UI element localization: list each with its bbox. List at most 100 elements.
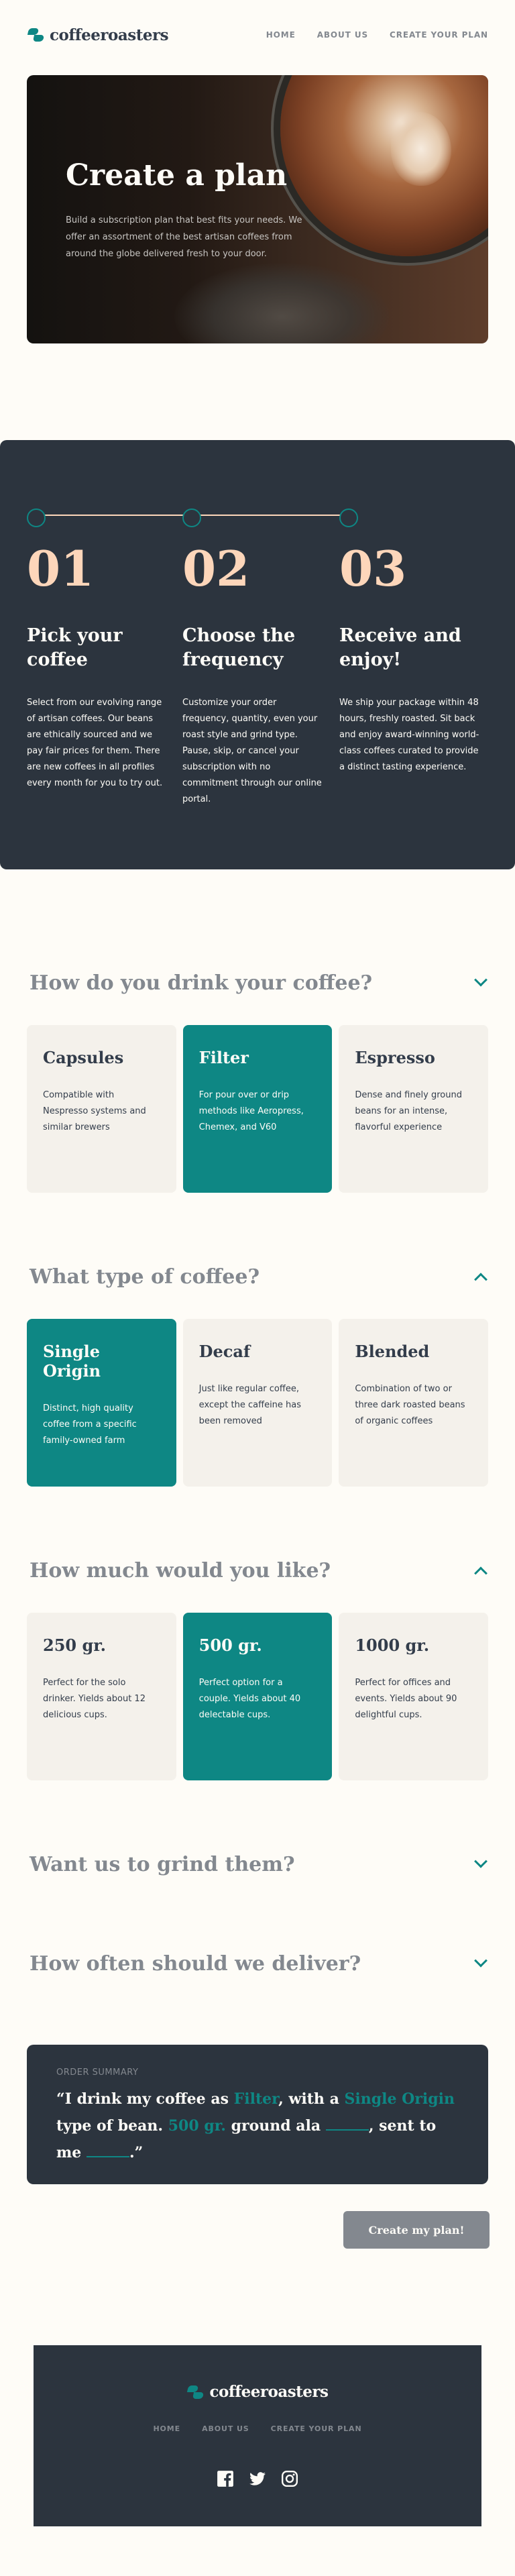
nav-home-link[interactable]: HOME: [266, 30, 296, 40]
coffee-bean-icon: [186, 2385, 205, 2400]
step-description: Select from our evolving range of artisa…: [27, 698, 163, 788]
order-summary: ORDER SUMMARY “I drink my coffee as Filt…: [27, 2045, 488, 2184]
chevron-up-icon[interactable]: [474, 1273, 488, 1287]
option-single-origin-card[interactable]: Single Origin Distinct, high quality cof…: [27, 1319, 176, 1487]
chevron-up-icon[interactable]: [474, 1566, 488, 1580]
drink-options: Capsules Compatible with Nespresso syste…: [27, 1025, 489, 1193]
how-it-works-section: 01 Pick your coffee Select from our evol…: [0, 440, 515, 869]
coffee-bean-icon: [27, 28, 45, 42]
site-header: coffeeroasters HOME ABOUT US CREATE YOUR…: [27, 0, 488, 70]
twitter-icon[interactable]: [249, 2470, 266, 2487]
nav-about-link[interactable]: ABOUT US: [317, 30, 368, 40]
option-title: Filter: [198, 1048, 249, 1067]
summary-open-text: “I drink my coffee as: [56, 2090, 229, 2108]
step-number: 01: [27, 540, 95, 597]
question-delivery-header[interactable]: How often should we deliver?: [30, 1947, 488, 1980]
main-nav: HOME ABOUT US CREATE YOUR PLAN: [266, 30, 488, 40]
option-title: 1000 gr.: [355, 1635, 430, 1655]
quantity-options: 250 gr. Perfect for the solo drinker. Yi…: [27, 1613, 489, 1780]
option-description: Combination of two or three dark roasted…: [355, 1384, 465, 1426]
step-description: Customize your order frequency, quantity…: [182, 698, 322, 804]
summary-close-text: .”: [129, 2144, 144, 2161]
facebook-icon[interactable]: [217, 2470, 234, 2487]
question-title: How often should we deliver?: [30, 1951, 361, 1976]
option-1000g-card[interactable]: 1000 gr. Perfect for offices and events.…: [339, 1613, 489, 1780]
step-2-marker: [182, 508, 201, 527]
step-title: Receive and enjoy!: [339, 625, 461, 670]
step-title: Choose the frequency: [182, 625, 296, 670]
option-description: Compatible with Nespresso systems and si…: [43, 1090, 146, 1132]
option-title: 250 gr.: [43, 1635, 107, 1655]
summary-method: Filter: [233, 2090, 279, 2108]
footer-nav: HOME ABOUT US CREATE YOUR PLAN: [34, 2424, 481, 2433]
social-links: [34, 2470, 481, 2487]
brand-name: coffeeroasters: [50, 25, 169, 44]
step-2: 02 Choose the frequency Customize your o…: [182, 545, 323, 808]
order-summary-label: ORDER SUMMARY: [56, 2068, 139, 2078]
option-title: Espresso: [355, 1048, 435, 1067]
footer-brand-name: coffeeroasters: [209, 2383, 329, 2401]
site-footer: coffeeroasters HOME ABOUT US CREATE YOUR…: [34, 2345, 481, 2526]
footer-plan-link[interactable]: CREATE YOUR PLAN: [271, 2424, 362, 2433]
order-summary-text: “I drink my coffee as Filter, with a Sin…: [56, 2086, 459, 2166]
summary-grind-blank: [325, 2113, 369, 2131]
option-250g-card[interactable]: 250 gr. Perfect for the solo drinker. Yi…: [27, 1613, 176, 1780]
step-number: 02: [182, 540, 250, 597]
step-description: We ship your package within 48 hours, fr…: [339, 698, 479, 772]
summary-quantity: 500 gr.: [168, 2117, 226, 2135]
step-number: 03: [339, 540, 407, 597]
question-grind-header[interactable]: Want us to grind them?: [30, 1847, 488, 1881]
option-description: Distinct, high quality coffee from a spe…: [43, 1403, 137, 1446]
step-title: Pick your coffee: [27, 625, 123, 670]
summary-ground-text: ground ala: [231, 2117, 321, 2135]
option-description: Perfect option for a couple. Yields abou…: [198, 1678, 301, 1720]
footer-about-link[interactable]: ABOUT US: [202, 2424, 249, 2433]
option-filter-card[interactable]: Filter For pour over or drip methods lik…: [182, 1025, 333, 1193]
question-title: How do you drink your coffee?: [30, 971, 373, 995]
option-title: Capsules: [43, 1048, 124, 1067]
option-blended-card[interactable]: Blended Combination of two or three dark…: [339, 1319, 489, 1487]
create-plan-button[interactable]: Create my plan!: [343, 2211, 490, 2249]
question-title: How much would you like?: [30, 1558, 331, 1582]
option-description: Perfect for the solo drinker. Yields abo…: [43, 1678, 146, 1720]
question-drink-header[interactable]: How do you drink your coffee?: [30, 966, 488, 1000]
step-3: 03 Receive and enjoy! We ship your packa…: [339, 545, 480, 775]
chevron-down-icon[interactable]: [474, 1953, 488, 1968]
option-espresso-card[interactable]: Espresso Dense and finely ground beans f…: [339, 1025, 489, 1193]
instagram-icon[interactable]: [281, 2470, 298, 2487]
summary-with-text: , with a: [278, 2090, 339, 2108]
step-1-marker: [27, 508, 46, 527]
chevron-down-icon[interactable]: [474, 973, 488, 987]
question-title: What type of coffee?: [30, 1265, 260, 1289]
option-description: Just like regular coffee, except the caf…: [198, 1384, 302, 1426]
option-title: 500 gr.: [198, 1635, 262, 1655]
footer-logo[interactable]: coffeeroasters: [34, 2383, 481, 2401]
question-type-header[interactable]: What type of coffee?: [30, 1260, 488, 1293]
option-description: For pour over or drip methods like Aerop…: [198, 1090, 304, 1132]
nav-plan-link[interactable]: CREATE YOUR PLAN: [390, 30, 488, 40]
step-1: 01 Pick your coffee Select from our evol…: [27, 545, 168, 792]
question-quantity-header[interactable]: How much would you like?: [30, 1554, 488, 1587]
option-decaf-card[interactable]: Decaf Just like regular coffee, except t…: [182, 1319, 333, 1487]
hero-image-latte-art: [391, 112, 451, 186]
hero-description: Build a subscription plan that best fits…: [66, 215, 302, 259]
hero-image-saucer: [174, 263, 389, 343]
hero-image-coffee-cup: [280, 75, 488, 256]
summary-type: Single Origin: [344, 2090, 455, 2108]
brand-logo[interactable]: coffeeroasters: [27, 25, 169, 44]
hero-title: Create a plan: [66, 158, 288, 193]
option-description: Perfect for offices and events. Yields a…: [355, 1678, 457, 1720]
option-500g-card[interactable]: 500 gr. Perfect option for a couple. Yie…: [182, 1613, 333, 1780]
hero-banner: Create a plan Build a subscription plan …: [27, 75, 488, 343]
option-title: Blended: [355, 1342, 430, 1361]
question-title: Want us to grind them?: [30, 1852, 295, 1876]
footer-home-link[interactable]: HOME: [153, 2424, 180, 2433]
step-3-marker: [339, 508, 358, 527]
option-capsules-card[interactable]: Capsules Compatible with Nespresso syste…: [27, 1025, 176, 1193]
option-description: Dense and finely ground beans for an int…: [355, 1090, 462, 1132]
option-title: Single Origin: [43, 1342, 101, 1381]
summary-frequency-blank: [86, 2140, 129, 2157]
chevron-down-icon[interactable]: [474, 1854, 488, 1868]
type-options: Single Origin Distinct, high quality cof…: [27, 1319, 489, 1487]
summary-bean-text: type of bean.: [56, 2117, 164, 2135]
